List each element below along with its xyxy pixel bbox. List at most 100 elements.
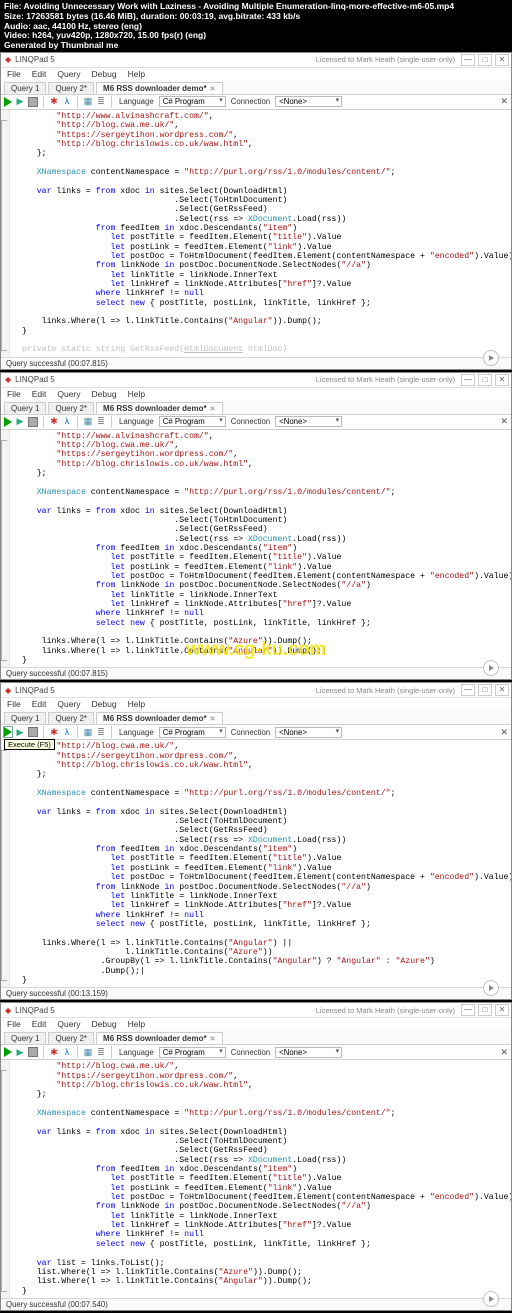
- run-button[interactable]: [4, 97, 12, 107]
- pane-close-icon[interactable]: ✕: [500, 96, 508, 107]
- menu-query[interactable]: Query: [57, 699, 80, 709]
- code-editor[interactable]: "http://www.alvinashcraft.com/", "http:/…: [10, 430, 511, 668]
- tab-query2[interactable]: Query 2*: [48, 402, 94, 414]
- lambda-icon[interactable]: λ: [62, 417, 72, 427]
- results-text-icon[interactable]: ≣: [96, 417, 106, 427]
- license-text: Licensed to Mark Heath (single-user-only…: [316, 55, 455, 64]
- close-button[interactable]: ✕: [495, 1004, 509, 1016]
- stop-button[interactable]: [28, 1047, 38, 1057]
- menu-debug[interactable]: Debug: [92, 699, 117, 709]
- bug-icon[interactable]: ✱: [49, 1047, 59, 1057]
- outline-gutter[interactable]: [1, 1060, 10, 1298]
- tab-query2[interactable]: Query 2*: [48, 82, 94, 94]
- results-run-icon[interactable]: [483, 1291, 499, 1307]
- results-text-icon[interactable]: ≣: [96, 727, 106, 737]
- results-grid-icon[interactable]: ▦: [83, 417, 93, 427]
- menu-query[interactable]: Query: [57, 1019, 80, 1029]
- menu-debug[interactable]: Debug: [92, 389, 117, 399]
- tab-query1[interactable]: Query 1: [4, 82, 46, 94]
- language-select[interactable]: C# Program: [159, 416, 226, 427]
- menu-help[interactable]: Help: [128, 389, 145, 399]
- maximize-button[interactable]: □: [478, 54, 492, 66]
- menu-query[interactable]: Query: [57, 69, 80, 79]
- tab-query2[interactable]: Query 2*: [48, 1032, 94, 1044]
- tab-rss-demo[interactable]: M6 RSS downloader demo*✕: [96, 82, 222, 94]
- tab-query2[interactable]: Query 2*: [48, 712, 94, 724]
- menu-file[interactable]: File: [7, 1019, 21, 1029]
- stop-button[interactable]: [28, 97, 38, 107]
- code-editor[interactable]: "http://blog.cwa.me.uk/", "https://serge…: [10, 1060, 511, 1298]
- pane-close-icon[interactable]: ✕: [500, 1047, 508, 1058]
- debug-run-icon[interactable]: ▶: [15, 97, 25, 107]
- results-text-icon[interactable]: ≣: [96, 1047, 106, 1057]
- tab-query1[interactable]: Query 1: [4, 712, 46, 724]
- code-editor[interactable]: "http://blog.cwa.me.uk/", "https://serge…: [10, 740, 511, 987]
- menu-edit[interactable]: Edit: [32, 1019, 47, 1029]
- menu-help[interactable]: Help: [128, 699, 145, 709]
- results-text-icon[interactable]: ≣: [96, 97, 106, 107]
- close-button[interactable]: ✕: [495, 684, 509, 696]
- language-select[interactable]: C# Program: [159, 96, 226, 107]
- debug-run-icon[interactable]: ▶: [15, 417, 25, 427]
- tab-rss-demo[interactable]: M6 RSS downloader demo*✕: [96, 402, 222, 414]
- menu-file[interactable]: File: [7, 699, 21, 709]
- menu-help[interactable]: Help: [128, 1019, 145, 1029]
- tab-rss-demo[interactable]: M6 RSS downloader demo*✕: [96, 712, 222, 724]
- maximize-button[interactable]: □: [478, 684, 492, 696]
- minimize-button[interactable]: —: [461, 684, 475, 696]
- bug-icon[interactable]: ✱: [49, 727, 59, 737]
- outline-gutter[interactable]: [1, 430, 10, 668]
- connection-select[interactable]: <None>: [275, 96, 342, 107]
- results-grid-icon[interactable]: ▦: [83, 97, 93, 107]
- maximize-button[interactable]: □: [478, 1004, 492, 1016]
- language-select[interactable]: C# Program: [159, 1047, 226, 1058]
- results-run-icon[interactable]: [483, 350, 499, 366]
- menu-file[interactable]: File: [7, 69, 21, 79]
- run-button[interactable]: [4, 727, 12, 737]
- pane-close-icon[interactable]: ✕: [500, 416, 508, 427]
- tab-query1[interactable]: Query 1: [4, 402, 46, 414]
- maximize-button[interactable]: □: [478, 374, 492, 386]
- lambda-icon[interactable]: λ: [62, 97, 72, 107]
- menu-edit[interactable]: Edit: [32, 389, 47, 399]
- outline-gutter[interactable]: [1, 110, 10, 357]
- pane-close-icon[interactable]: ✕: [500, 727, 508, 738]
- tab-close-icon[interactable]: ✕: [210, 406, 216, 413]
- menu-edit[interactable]: Edit: [32, 69, 47, 79]
- lambda-icon[interactable]: λ: [62, 727, 72, 737]
- minimize-button[interactable]: —: [461, 54, 475, 66]
- code-editor[interactable]: "http://www.alvinashcraft.com/", "http:/…: [10, 110, 511, 357]
- tab-close-icon[interactable]: ✕: [210, 1036, 216, 1043]
- close-button[interactable]: ✕: [495, 374, 509, 386]
- tab-query1[interactable]: Query 1: [4, 1032, 46, 1044]
- minimize-button[interactable]: —: [461, 374, 475, 386]
- stop-button[interactable]: [28, 417, 38, 427]
- menu-debug[interactable]: Debug: [92, 69, 117, 79]
- tab-close-icon[interactable]: ✕: [210, 716, 216, 723]
- menu-help[interactable]: Help: [128, 69, 145, 79]
- run-button[interactable]: [4, 417, 12, 427]
- connection-select[interactable]: <None>: [275, 727, 342, 738]
- language-select[interactable]: C# Program: [159, 727, 226, 738]
- menu-debug[interactable]: Debug: [92, 1019, 117, 1029]
- close-button[interactable]: ✕: [495, 54, 509, 66]
- results-grid-icon[interactable]: ▦: [83, 1047, 93, 1057]
- menu-file[interactable]: File: [7, 389, 21, 399]
- connection-select[interactable]: <None>: [275, 1047, 342, 1058]
- menu-query[interactable]: Query: [57, 389, 80, 399]
- results-grid-icon[interactable]: ▦: [83, 727, 93, 737]
- tab-rss-demo[interactable]: M6 RSS downloader demo*✕: [96, 1032, 222, 1044]
- bug-icon[interactable]: ✱: [49, 97, 59, 107]
- video-meta: File: Avoiding Unnecessary Work with Laz…: [0, 0, 512, 52]
- lambda-icon[interactable]: λ: [62, 1047, 72, 1057]
- debug-run-icon[interactable]: ▶: [15, 727, 25, 737]
- bug-icon[interactable]: ✱: [49, 417, 59, 427]
- debug-run-icon[interactable]: ▶: [15, 1047, 25, 1057]
- tab-close-icon[interactable]: ✕: [210, 86, 216, 93]
- minimize-button[interactable]: —: [461, 1004, 475, 1016]
- menu-edit[interactable]: Edit: [32, 699, 47, 709]
- connection-select[interactable]: <None>: [275, 416, 342, 427]
- run-button[interactable]: [4, 1047, 12, 1057]
- outline-gutter[interactable]: [1, 740, 10, 987]
- stop-button[interactable]: [28, 727, 38, 737]
